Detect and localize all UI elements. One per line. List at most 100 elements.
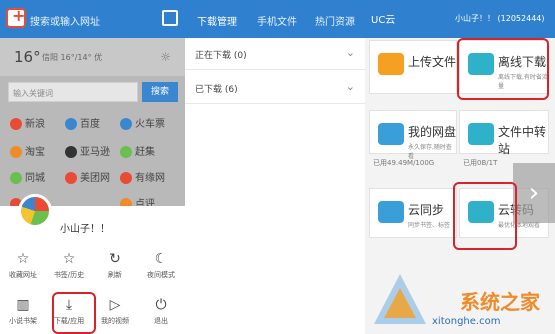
site-icon bbox=[65, 146, 77, 158]
card-title: 我的网盘 bbox=[408, 125, 457, 139]
cloud-header: UC云 小山子！！ (12052444) bbox=[365, 0, 555, 38]
chevron-down-icon: ⌄ bbox=[345, 80, 355, 93]
cloud-title: UC云 bbox=[371, 15, 396, 26]
tab-hot-resources[interactable]: 热门资源 bbox=[315, 13, 355, 28]
upload-file-card[interactable]: 上传文件 bbox=[369, 40, 457, 94]
upload-icon bbox=[378, 53, 404, 75]
site-label: 有缘网 bbox=[135, 173, 165, 184]
refresh-icon: ↻ bbox=[109, 251, 121, 267]
menu-item-my-videos[interactable]: ▷ 我的视频 bbox=[92, 296, 138, 326]
download-tabs: 下载管理 手机文件 热门资源 bbox=[185, 0, 365, 38]
menu-label: 刷新 bbox=[108, 271, 122, 279]
menu-item-bookshelf[interactable]: ▥ 小说书架 bbox=[0, 296, 46, 326]
site-link[interactable]: 火车票 bbox=[120, 115, 175, 135]
site-label: 火车票 bbox=[135, 119, 165, 130]
menu-item-exit[interactable]: ⏻ 退出 bbox=[138, 296, 184, 326]
avatar[interactable] bbox=[18, 194, 52, 228]
search-input[interactable]: 输入关键词 bbox=[8, 82, 138, 102]
site-icon bbox=[120, 172, 132, 184]
site-icon bbox=[10, 118, 22, 130]
site-link[interactable]: 美团网 bbox=[65, 169, 120, 189]
transfer-quota: 已用0B/1T bbox=[463, 159, 498, 167]
watermark-logo-icon bbox=[374, 274, 426, 324]
card-subtitle: 同步书签、标签 bbox=[408, 222, 451, 229]
chevron-down-icon: ⌄ bbox=[345, 46, 355, 59]
menu-label: 我的视频 bbox=[101, 317, 129, 325]
browser-home-panel: 搜索或输入网址 16° 信阳 16°/14° 优 ☼ 输入关键词 搜索 新浪 百… bbox=[0, 0, 185, 334]
menu-label: 小说书架 bbox=[9, 317, 37, 325]
site-link[interactable]: 新浪 bbox=[10, 115, 65, 135]
account-label: 小山子！！ (12052444) bbox=[455, 14, 545, 23]
highlight-offline-download bbox=[457, 38, 549, 100]
site-label: 同城 bbox=[25, 173, 45, 184]
weather-widget[interactable]: 16° 信阳 16°/14° 优 ☼ bbox=[0, 38, 185, 76]
card-title: 文件中转站 bbox=[498, 125, 547, 156]
book-icon: ▥ bbox=[16, 297, 30, 313]
site-icon bbox=[120, 146, 132, 158]
site-link[interactable]: 同城 bbox=[10, 169, 65, 189]
weather-temperature: 16° bbox=[14, 48, 41, 66]
menu-item-night-mode[interactable]: ☾ 夜间模式 bbox=[138, 250, 184, 280]
site-link[interactable]: 赶集 bbox=[120, 143, 175, 163]
site-icon bbox=[10, 146, 22, 158]
site-label: 淘宝 bbox=[25, 147, 45, 158]
weather-info: 信阳 16°/14° 优 bbox=[42, 53, 103, 62]
menu-label: 退出 bbox=[154, 317, 168, 325]
star-add-icon: ☆ bbox=[16, 251, 30, 267]
card-title: 云同步 bbox=[408, 203, 445, 217]
netdisk-quota: 已用49.49M/100G bbox=[373, 159, 435, 167]
power-icon: ⏻ bbox=[155, 297, 167, 313]
my-netdisk-card[interactable]: 我的网盘 永久保存,随时查看 bbox=[369, 110, 457, 160]
site-link[interactable]: 有缘网 bbox=[120, 169, 175, 189]
site-label: 新浪 bbox=[25, 119, 45, 130]
bookmark-star-icon: ☆ bbox=[62, 251, 76, 267]
site-link[interactable]: 淘宝 bbox=[10, 143, 65, 163]
site-label: 亚马逊 bbox=[80, 147, 110, 158]
tab-download-manager[interactable]: 下载管理 bbox=[197, 13, 237, 28]
moon-icon: ☾ bbox=[154, 251, 168, 267]
site-link[interactable]: 百度 bbox=[65, 115, 120, 135]
list-item-downloaded[interactable]: 已下载 (6) ⌄ bbox=[185, 72, 365, 104]
site-icon bbox=[65, 118, 77, 130]
site-icon bbox=[10, 172, 22, 184]
menu-item-bookmarks-history[interactable]: ☆ 书签/历史 bbox=[46, 250, 92, 280]
highlight-cloud-transcode bbox=[453, 182, 517, 250]
tab-phone-files[interactable]: 手机文件 bbox=[257, 13, 297, 28]
site-label: 美团网 bbox=[80, 173, 110, 184]
watermark-url: xitonghe.com bbox=[432, 316, 501, 327]
menu-label: 夜间模式 bbox=[147, 271, 175, 279]
user-menu-sheet: 小山子！！ ☆ 收藏网址 ☆ 书签/历史 ↻ 刷新 ☾ 夜间模式 ▥ 小说书架 ⤓ 下载/应… bbox=[0, 194, 185, 334]
address-bar[interactable]: 搜索或输入网址 bbox=[0, 0, 185, 38]
site-icon bbox=[120, 118, 132, 130]
site-label: 赶集 bbox=[135, 147, 155, 158]
watermark: 系统之家 xitonghe.com bbox=[370, 268, 555, 334]
cloud-icon bbox=[378, 123, 404, 145]
download-manager-panel: 下载管理 手机文件 热门资源 正在下载 (0) ⌄ 已下载 (6) ⌄ bbox=[185, 0, 365, 334]
watermark-text: 系统之家 bbox=[460, 290, 540, 314]
scan-icon[interactable] bbox=[162, 10, 178, 26]
search-button[interactable]: 搜索 bbox=[142, 82, 178, 102]
username: 小山子！！ bbox=[60, 224, 110, 235]
menu-label: 收藏网址 bbox=[9, 271, 37, 279]
menu-label: 书签/历史 bbox=[53, 271, 85, 279]
uc-logo-icon bbox=[6, 6, 26, 28]
sync-icon bbox=[378, 201, 404, 223]
site-link[interactable]: 亚马逊 bbox=[65, 143, 120, 163]
menu-item-add-bookmark[interactable]: ☆ 收藏网址 bbox=[0, 250, 46, 280]
search-row: 输入关键词 搜索 bbox=[8, 82, 178, 102]
site-label: 百度 bbox=[80, 119, 100, 130]
highlight-downloads bbox=[52, 292, 96, 334]
cloud-sync-card[interactable]: 云同步 同步书签、标签 bbox=[369, 188, 457, 238]
site-icon bbox=[65, 172, 77, 184]
list-item-downloading[interactable]: 正在下载 (0) ⌄ bbox=[185, 38, 365, 70]
sun-icon: ☼ bbox=[160, 50, 171, 64]
row-label: 已下载 (6) bbox=[195, 85, 238, 95]
file-transfer-card[interactable]: 文件中转站 bbox=[459, 110, 549, 156]
transfer-icon bbox=[468, 123, 494, 145]
card-title: 上传文件 bbox=[408, 55, 457, 69]
menu-item-refresh[interactable]: ↻ 刷新 bbox=[92, 250, 138, 280]
url-input[interactable]: 搜索或输入网址 bbox=[30, 13, 100, 28]
next-arrow-icon[interactable]: › bbox=[513, 163, 555, 223]
row-label: 正在下载 (0) bbox=[195, 51, 247, 61]
video-icon: ▷ bbox=[109, 297, 121, 313]
